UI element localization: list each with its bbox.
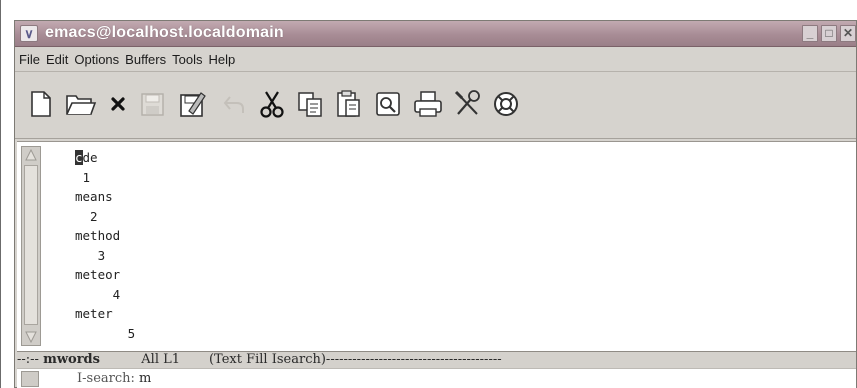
minibuffer-text[interactable]: I-search: m	[77, 369, 151, 388]
preferences-icon[interactable]	[451, 87, 485, 121]
menu-tools[interactable]: Tools	[172, 52, 202, 67]
menu-edit[interactable]: Edit	[46, 52, 68, 67]
buffer-line: meteor	[75, 267, 121, 282]
print-icon[interactable]	[411, 87, 445, 121]
buffer-line: 3	[75, 247, 106, 263]
copy-icon[interactable]	[293, 87, 327, 121]
vertical-scrollbar[interactable]	[21, 146, 41, 346]
buffer-line: 4	[75, 286, 121, 302]
toolbar	[15, 73, 856, 139]
menu-bar: File Edit Options Buffers Tools Help	[15, 48, 856, 72]
buffer-line: means	[75, 189, 113, 204]
menu-buffers[interactable]: Buffers	[125, 52, 166, 67]
emacs-window: ∨ emacs@localhost.localdomain _ □ ✕ File…	[14, 20, 857, 388]
mode-line-filler: ----------------------------------------	[325, 352, 502, 367]
mode-line-spacer	[100, 352, 141, 367]
buffer-text[interactable]: cde 1 means 2 method 3 meteor 4 meter 5	[75, 148, 135, 343]
window-title: emacs@localhost.localdomain	[45, 24, 284, 41]
editor-area[interactable]: cde 1 means 2 method 3 meteor 4 meter 5	[17, 141, 856, 351]
scrollbar-thumb[interactable]	[24, 165, 38, 325]
scroll-down-arrow-icon[interactable]	[25, 331, 37, 343]
close-buffer-icon[interactable]	[101, 87, 135, 121]
text-cursor: c	[75, 150, 83, 165]
mode-line-status: --:--	[17, 352, 44, 367]
mode-line-buffer-name[interactable]: mwords	[43, 352, 100, 367]
isearch-input[interactable]: m	[139, 371, 151, 386]
mode-line[interactable]: --:-- mwords All L1 (Text Fill Isearch)-…	[17, 351, 856, 368]
buffer-line: 1	[75, 169, 91, 185]
undo-icon[interactable]	[217, 87, 251, 121]
close-button[interactable]: ✕	[840, 25, 856, 42]
isearch-prompt: I-search:	[77, 371, 135, 386]
title-bar[interactable]: ∨ emacs@localhost.localdomain _ □ ✕	[15, 21, 856, 47]
paste-icon[interactable]	[331, 87, 365, 121]
minimize-button[interactable]: _	[802, 25, 818, 42]
maximize-button[interactable]: □	[821, 25, 837, 42]
buffer-line: 2	[75, 208, 98, 224]
mode-line-spacer	[180, 352, 209, 367]
scroll-up-arrow-icon[interactable]	[25, 149, 37, 161]
buffer-line-text: de	[82, 150, 98, 165]
menu-options[interactable]: Options	[74, 52, 119, 67]
mode-line-position: All L1	[141, 352, 181, 367]
mode-line-mode[interactable]: (Text Fill Isearch)	[209, 352, 326, 367]
menu-help[interactable]: Help	[208, 52, 235, 67]
open-folder-icon[interactable]	[63, 87, 97, 121]
buffer-line: cde	[75, 148, 135, 168]
menu-file[interactable]: File	[19, 52, 40, 67]
chevron-down-icon[interactable]: ∨	[20, 25, 38, 42]
save-icon[interactable]	[135, 87, 169, 121]
help-icon[interactable]	[489, 87, 523, 121]
new-file-icon[interactable]	[23, 87, 57, 121]
buffer-line: meter	[75, 306, 113, 321]
cut-icon[interactable]	[255, 87, 289, 121]
minibuffer[interactable]: I-search: m	[17, 368, 856, 388]
search-icon[interactable]	[371, 87, 405, 121]
buffer-line: method	[75, 228, 121, 243]
buffer-line: 5	[75, 325, 136, 341]
minibuffer-scrollbar	[21, 371, 39, 387]
save-as-icon[interactable]	[175, 87, 209, 121]
